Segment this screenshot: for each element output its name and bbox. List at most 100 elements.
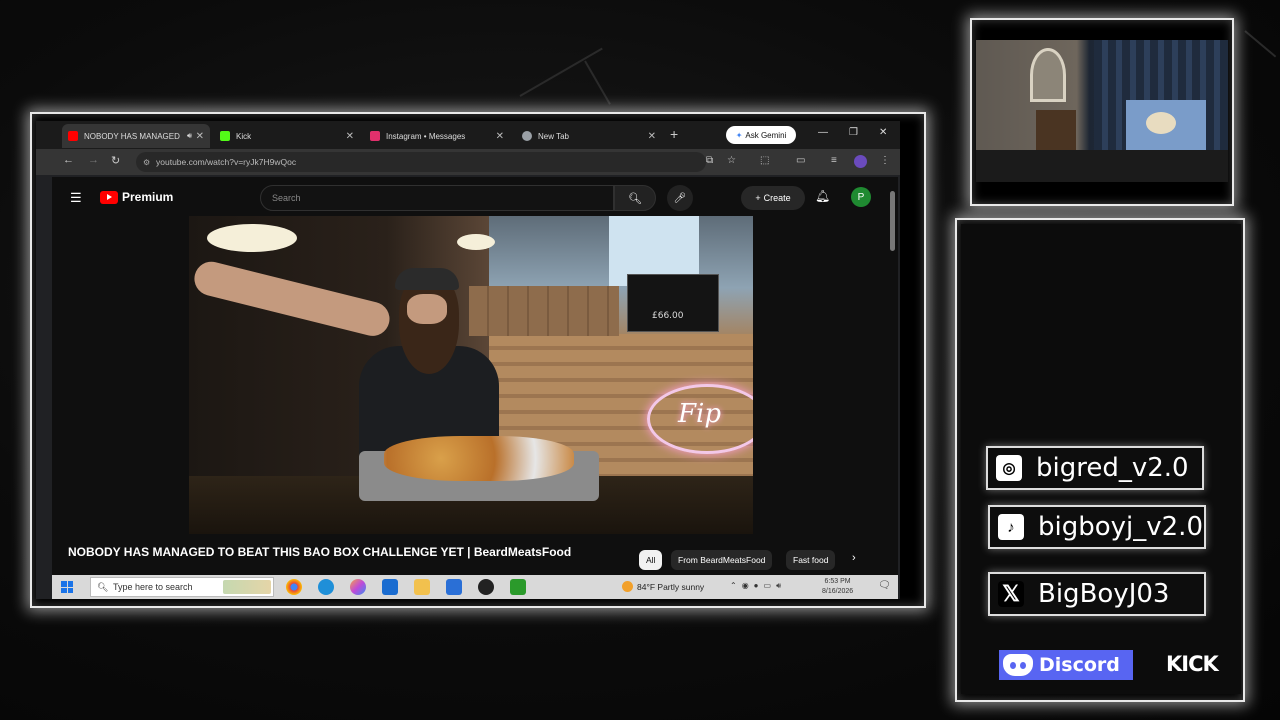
edge-icon[interactable]: [318, 579, 334, 595]
copilot-icon[interactable]: [350, 579, 366, 595]
search-icon: 🔍︎: [97, 581, 109, 592]
instagram-handle-box: ◎ bigred_v2.0: [986, 446, 1204, 490]
neon-sign-text: Fip: [678, 399, 721, 429]
youtube-header: ☰ Premium Search 🔍︎ 🎤︎ + Create 🔔︎ P: [52, 177, 898, 217]
microphone-icon: 🎤︎: [673, 192, 687, 204]
discord-label: Discord: [1039, 654, 1120, 676]
webcam-feed: [976, 40, 1228, 182]
discord-badge: Discord: [999, 650, 1133, 680]
video-scene-food: [384, 436, 574, 481]
xbox-icon[interactable]: [510, 579, 526, 595]
store-icon[interactable]: [446, 579, 462, 595]
instagram-handle: bigred_v2.0: [1036, 453, 1189, 483]
video-scene-menu-board: £66.00: [627, 274, 719, 332]
notifications-bell-icon[interactable]: 🔔︎: [815, 189, 830, 203]
bookmark-star-icon[interactable]: ☆: [727, 155, 736, 166]
forward-arrow-icon[interactable]: →: [88, 154, 99, 166]
youtube-favicon-icon: [68, 131, 78, 141]
minimize-button[interactable]: —: [818, 127, 828, 138]
youtube-play-icon: [100, 190, 118, 204]
windows-taskbar: 🔍︎ Type here to search 84°F Partly sunny…: [52, 575, 898, 599]
page-scrollbar[interactable]: [890, 191, 895, 251]
account-avatar[interactable]: P: [851, 187, 871, 207]
tab-new-tab[interactable]: New Tab ✕: [516, 124, 662, 148]
video-scene-boxes: [469, 286, 619, 336]
x-logo-icon: 𝕏: [998, 581, 1024, 607]
system-tray-icons[interactable]: ⌃◉●▭🔊︎: [730, 581, 786, 591]
video-scene-lamp: [457, 234, 495, 250]
back-arrow-icon[interactable]: ←: [63, 154, 74, 166]
x-handle-box: 𝕏 BigBoyJ03: [988, 572, 1206, 616]
close-tab-icon[interactable]: ✕: [346, 131, 354, 142]
site-info-icon[interactable]: ⚙: [143, 158, 150, 167]
notification-center-icon[interactable]: 🗨︎: [878, 580, 891, 591]
clock-date: 8/16/2026: [822, 588, 854, 595]
background-line: [584, 60, 611, 105]
video-player[interactable]: £66.00 Fip: [189, 216, 753, 534]
windows-start-icon[interactable]: [61, 581, 73, 593]
background-line: [1244, 30, 1277, 58]
maximize-button[interactable]: ❐: [849, 127, 858, 138]
ask-gemini-button[interactable]: ✦ Ask Gemini: [726, 126, 796, 144]
profile-avatar[interactable]: [854, 155, 867, 168]
voice-search-button[interactable]: 🎤︎: [667, 185, 693, 211]
close-window-button[interactable]: ✕: [879, 127, 887, 138]
weather-text: 84°F Partly sunny: [637, 581, 705, 592]
tab-label: Kick: [236, 131, 252, 141]
chip-all[interactable]: All: [639, 550, 663, 570]
install-app-icon[interactable]: ⧉: [706, 155, 713, 166]
extensions-icon[interactable]: ⬚: [760, 155, 769, 166]
obs-icon[interactable]: [478, 579, 494, 595]
video-scene-face: [407, 294, 447, 324]
more-menu-icon[interactable]: ⋮: [880, 155, 890, 166]
instagram-favicon-icon: [370, 131, 380, 141]
taskbar-search-input[interactable]: 🔍︎ Type here to search: [90, 577, 274, 597]
youtube-logo[interactable]: Premium: [100, 190, 173, 204]
close-tab-icon[interactable]: ✕: [648, 131, 656, 142]
tab-strip: NOBODY HAS MANAGED 🔊︎ ✕ Kick ✕ Instagram…: [36, 121, 900, 149]
menu-icon[interactable]: ☰: [70, 190, 82, 206]
media-queue-icon[interactable]: ≡: [831, 155, 837, 166]
instagram-icon: ◎: [996, 455, 1022, 481]
kick-favicon-icon: [220, 131, 230, 141]
gemini-label: Ask Gemini: [745, 130, 787, 140]
reload-icon[interactable]: ↻: [111, 154, 120, 167]
close-tab-icon[interactable]: ✕: [496, 131, 504, 142]
address-bar[interactable]: ⚙ youtube.com/watch?v=ryJk7H9wQoc: [136, 152, 706, 172]
tab-kick[interactable]: Kick ✕: [214, 124, 360, 148]
chrome-icon[interactable]: [286, 579, 302, 595]
close-tab-icon[interactable]: ✕: [196, 131, 204, 142]
search-icon: 🔍︎: [628, 192, 642, 205]
partly-sunny-icon: [622, 581, 633, 592]
taskbar-clock[interactable]: 6:53 PM 8/16/2026: [822, 577, 853, 597]
create-button[interactable]: + Create: [741, 186, 805, 210]
youtube-page: ☰ Premium Search 🔍︎ 🎤︎ + Create 🔔︎ P £66…: [52, 177, 898, 575]
gemini-sparkle-icon: ✦: [735, 130, 743, 140]
split-view-icon[interactable]: ▭: [796, 155, 805, 166]
chip-from-channel[interactable]: From BeardMeatsFood: [671, 550, 773, 570]
tab-instagram[interactable]: Instagram • Messages ✕: [364, 124, 510, 148]
tab-label: New Tab: [538, 131, 569, 141]
webcam-scene-flowers: [1146, 112, 1176, 134]
chevron-right-icon[interactable]: ›: [852, 552, 856, 564]
file-explorer-icon[interactable]: [414, 579, 430, 595]
address-toolbar: ← → ↻ ⚙ youtube.com/watch?v=ryJk7H9wQoc …: [36, 149, 900, 175]
logo-label: Premium: [122, 190, 174, 204]
chrome-favicon-icon: [522, 131, 532, 141]
chip-fast-food[interactable]: Fast food: [786, 550, 836, 570]
taskbar-search-placeholder: Type here to search: [113, 582, 193, 592]
search-button[interactable]: 🔍︎: [614, 185, 656, 211]
search-highlight-image: [223, 580, 271, 594]
create-label: Create: [763, 193, 791, 203]
outlook-icon[interactable]: [382, 579, 398, 595]
search-placeholder: Search: [272, 193, 301, 203]
speaker-icon[interactable]: 🔊︎: [187, 131, 192, 141]
menu-board-price: £66.00: [652, 311, 684, 321]
search-input[interactable]: Search: [260, 185, 614, 211]
clock-time: 6:53 PM: [824, 578, 851, 585]
tab-youtube[interactable]: NOBODY HAS MANAGED 🔊︎ ✕: [62, 124, 210, 148]
new-tab-button[interactable]: +: [670, 126, 678, 142]
weather-widget[interactable]: 84°F Partly sunny: [622, 581, 704, 592]
tab-label: Instagram • Messages: [386, 131, 466, 141]
tiktok-icon: ♪: [998, 514, 1024, 540]
